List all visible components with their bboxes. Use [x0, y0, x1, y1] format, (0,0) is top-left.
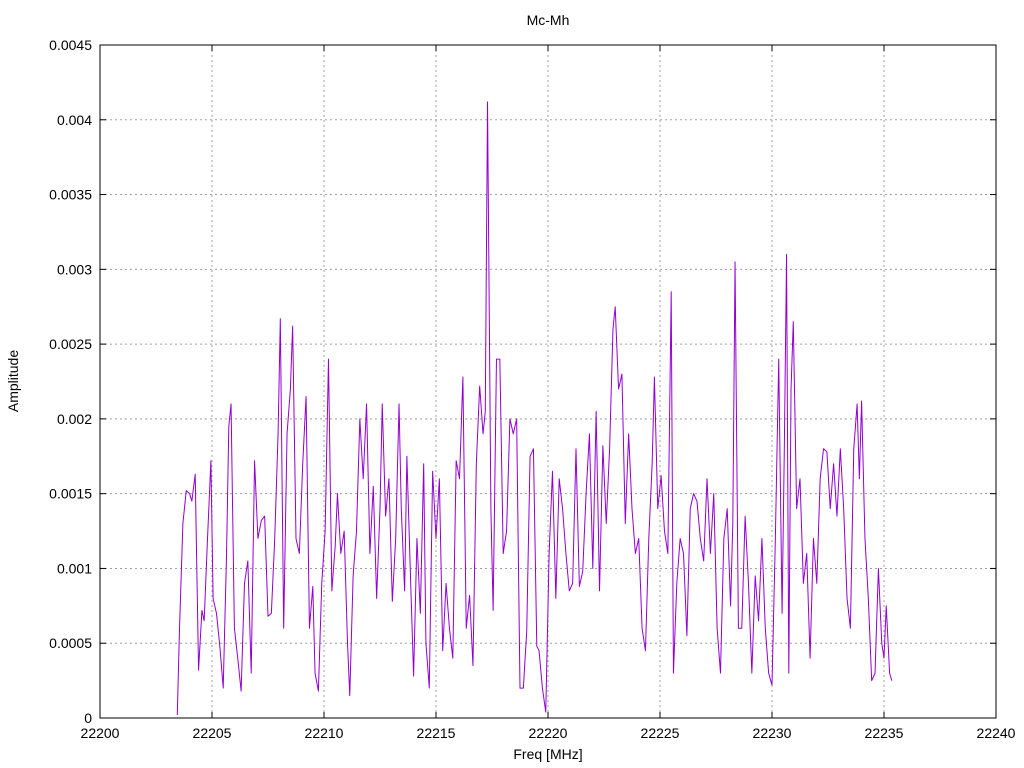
- x-axis-title: Freq [MHz]: [513, 746, 582, 762]
- x-tick-label: 22215: [417, 725, 456, 741]
- x-tick-label: 22230: [753, 725, 792, 741]
- y-tick-label: 0: [84, 710, 92, 726]
- amplitude-frequency-chart: Mc-Mh 22200 22205 22210 22215 22220 22225 2223…: [5, 12, 1016, 762]
- x-tick-label: 22200: [81, 725, 120, 741]
- series-line: [176, 101, 893, 716]
- y-tick-label: 0.002: [57, 411, 92, 427]
- x-tick-label: 22235: [865, 725, 904, 741]
- y-axis-title: Amplitude: [5, 350, 21, 412]
- x-tick-label: 22220: [529, 725, 568, 741]
- x-tick-label: 22240: [977, 725, 1016, 741]
- y-tick-label: 0.003: [57, 261, 92, 277]
- x-tick-label: 22205: [193, 725, 232, 741]
- y-tick-label: 0.0035: [49, 187, 92, 203]
- axis-tick-labels: 22200 22205 22210 22215 22220 22225 22230 22235…: [49, 37, 1016, 741]
- y-tick-label: 0.0005: [49, 635, 92, 651]
- x-tick-label: 22210: [305, 725, 344, 741]
- y-tick-label: 0.0025: [49, 336, 92, 352]
- series-layer: [176, 101, 893, 716]
- chart-title: Mc-Mh: [527, 12, 570, 28]
- y-tick-label: 0.001: [57, 560, 92, 576]
- y-tick-label: 0.0015: [49, 486, 92, 502]
- y-tick-label: 0.0045: [49, 37, 92, 53]
- x-tick-label: 22225: [641, 725, 680, 741]
- y-tick-label: 0.004: [57, 112, 92, 128]
